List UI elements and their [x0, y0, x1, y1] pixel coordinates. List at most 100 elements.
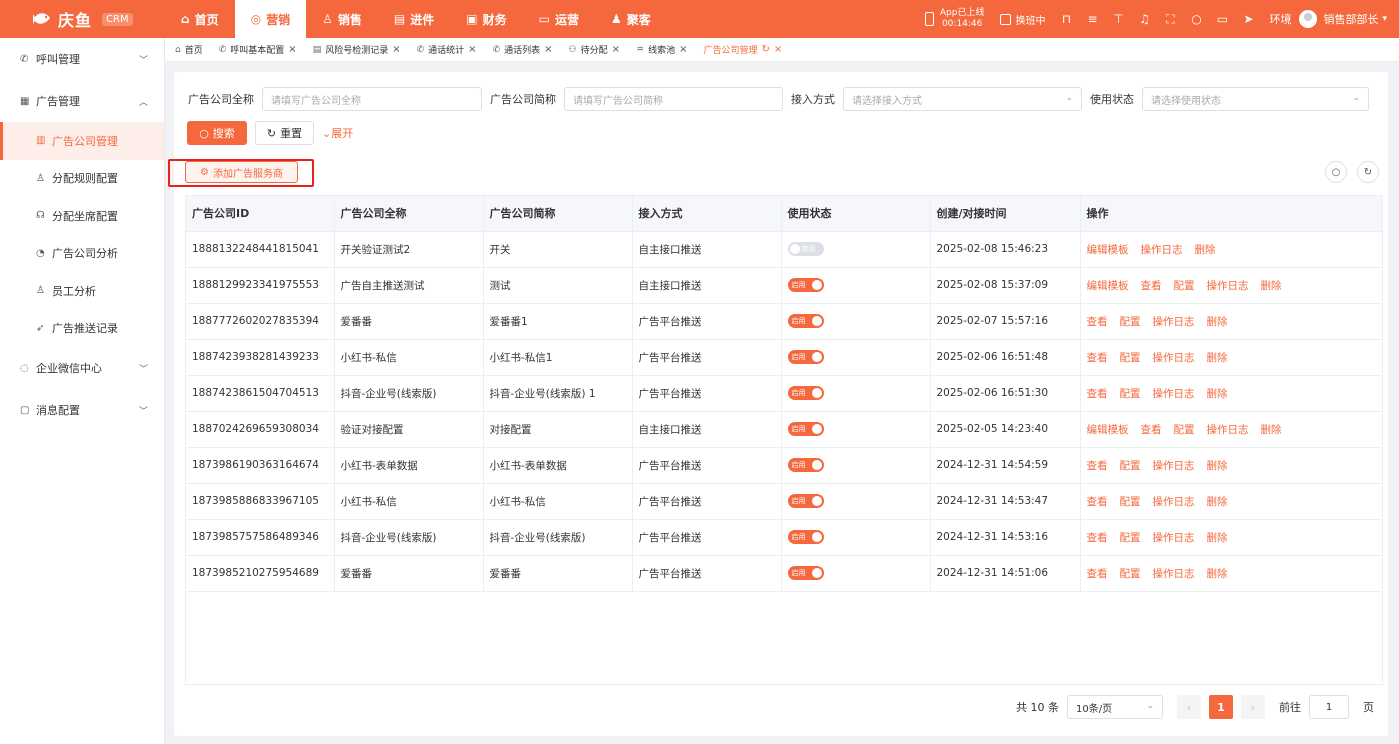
row-action-link[interactable]: 删除 [1207, 568, 1228, 580]
row-action-link[interactable]: 查看 [1087, 532, 1108, 544]
chevron-down-icon[interactable]: ▾ [1382, 14, 1387, 24]
row-action-link[interactable]: 配置 [1120, 568, 1141, 580]
lock-icon[interactable]: ⊓ [1059, 12, 1073, 27]
status-toggle[interactable]: 启用 [787, 386, 824, 400]
close-icon[interactable]: × [392, 44, 400, 55]
sidebar-item-2-3[interactable]: ☊ 分配坐席配置 [0, 197, 164, 235]
briefcase-icon[interactable]: ▭ [1215, 12, 1229, 27]
tab-2[interactable]: ✆ 呼叫基本配置 × [219, 43, 297, 56]
row-action-link[interactable]: 配置 [1174, 424, 1195, 436]
tab-6[interactable]: ⚇ 待分配 × [569, 43, 620, 56]
nav-item-3[interactable]: ♙ 销售 [306, 0, 378, 38]
search-button[interactable]: ○ 搜索 [187, 121, 247, 145]
table-refresh-button[interactable]: ↻ [1357, 161, 1379, 183]
row-action-link[interactable]: 操作日志 [1153, 496, 1195, 508]
status-toggle[interactable]: 启用 [787, 566, 824, 580]
status-toggle[interactable]: 启用 [787, 494, 824, 508]
row-action-link[interactable]: 操作日志 [1153, 460, 1195, 472]
shirt-icon[interactable]: ⊤ [1111, 12, 1125, 27]
row-action-link[interactable]: 删除 [1207, 496, 1228, 508]
row-action-link[interactable]: 配置 [1120, 532, 1141, 544]
send-icon[interactable]: ➤ [1241, 12, 1255, 27]
status-toggle[interactable]: 启用 [787, 530, 824, 544]
sidebar-item-2-1[interactable]: ▥ 广告公司管理 [0, 122, 164, 160]
row-action-link[interactable]: 查看 [1141, 280, 1162, 292]
reset-button[interactable]: ↻ 重置 [255, 121, 314, 145]
add-ad-provider-button[interactable]: ⚙ 添加广告服务商 [185, 161, 298, 183]
row-action-link[interactable]: 配置 [1120, 352, 1141, 364]
row-action-link[interactable]: 删除 [1207, 460, 1228, 472]
row-action-link[interactable]: 删除 [1207, 388, 1228, 400]
row-action-link[interactable]: 编辑模板 [1087, 244, 1129, 256]
row-action-link[interactable]: 配置 [1174, 280, 1195, 292]
refresh-icon[interactable]: ↻ [762, 44, 770, 55]
short-name-input[interactable]: 请填写广告公司简称 [564, 87, 783, 111]
row-action-link[interactable]: 查看 [1087, 496, 1108, 508]
close-icon[interactable]: × [544, 44, 552, 55]
row-action-link[interactable]: 操作日志 [1207, 280, 1249, 292]
status-toggle[interactable]: 禁用 [787, 242, 824, 256]
shift-status[interactable]: 换班中 [1000, 12, 1045, 27]
close-icon[interactable]: × [774, 44, 782, 55]
sidebar-group-2[interactable]: ▦ 广告管理 ︿ [0, 80, 164, 122]
bell-icon[interactable]: ♫ [1137, 12, 1151, 27]
avatar[interactable] [1299, 10, 1318, 28]
row-action-link[interactable]: 删除 [1207, 352, 1228, 364]
row-action-link[interactable]: 配置 [1120, 388, 1141, 400]
table-search-button[interactable]: ○ [1325, 161, 1347, 183]
tab-3[interactable]: ▤ 风险号检测记录 × [313, 43, 401, 56]
row-action-link[interactable]: 操作日志 [1153, 532, 1195, 544]
status-toggle[interactable]: 启用 [787, 350, 824, 364]
row-action-link[interactable]: 操作日志 [1141, 244, 1183, 256]
app-online-status[interactable]: App已上线 00:14:46 [924, 8, 984, 30]
fullscreen-icon[interactable]: ⛶ [1163, 12, 1177, 27]
row-action-link[interactable]: 操作日志 [1153, 316, 1195, 328]
status-toggle[interactable]: 启用 [787, 458, 824, 472]
status-select[interactable]: 请选择使用状态 ⌄ [1142, 87, 1369, 111]
page-number-button[interactable]: 1 [1209, 695, 1233, 719]
text-format-icon[interactable]: ≡ [1085, 12, 1099, 27]
prev-page-button[interactable]: ‹ [1177, 695, 1201, 719]
goto-page-input[interactable]: 1 [1309, 695, 1349, 719]
tab-4[interactable]: ✆ 通话统计 × [417, 43, 477, 56]
status-toggle[interactable]: 启用 [787, 314, 824, 328]
row-action-link[interactable]: 删除 [1261, 424, 1282, 436]
sidebar-item-2-2[interactable]: ♙ 分配规则配置 [0, 160, 164, 198]
sidebar-group-4[interactable]: ▢ 消息配置 ﹀ [0, 389, 164, 431]
next-page-button[interactable]: › [1241, 695, 1265, 719]
close-icon[interactable]: × [468, 44, 476, 55]
sidebar-group-3[interactable]: ◌ 企业微信中心 ﹀ [0, 347, 164, 389]
row-action-link[interactable]: 操作日志 [1153, 388, 1195, 400]
row-action-link[interactable]: 删除 [1261, 280, 1282, 292]
row-action-link[interactable]: 操作日志 [1153, 568, 1195, 580]
tab-7[interactable]: ♒ 线索池 × [636, 43, 687, 56]
close-icon[interactable]: × [288, 44, 296, 55]
row-action-link[interactable]: 配置 [1120, 496, 1141, 508]
row-action-link[interactable]: 删除 [1207, 532, 1228, 544]
search-icon[interactable]: ○ [1189, 12, 1203, 27]
status-toggle[interactable]: 启用 [787, 278, 824, 292]
tab-1[interactable]: ⌂ 首页 [175, 43, 203, 57]
row-action-link[interactable]: 配置 [1120, 460, 1141, 472]
tab-8[interactable]: 广告公司管理 ↻ × [703, 43, 782, 56]
close-icon[interactable]: × [612, 44, 620, 55]
row-action-link[interactable]: 配置 [1120, 316, 1141, 328]
row-action-link[interactable]: 查看 [1087, 388, 1108, 400]
row-action-link[interactable]: 操作日志 [1207, 424, 1249, 436]
row-action-link[interactable]: 查看 [1087, 460, 1108, 472]
nav-item-5[interactable]: ▣ 财务 [450, 0, 522, 38]
sidebar-item-2-4[interactable]: ◔ 广告公司分析 [0, 235, 164, 273]
full-name-input[interactable]: 请填写广告公司全称 [262, 87, 482, 111]
row-action-link[interactable]: 查看 [1141, 424, 1162, 436]
user-name[interactable]: 销售部部长 [1323, 11, 1378, 27]
env-label[interactable]: 环境 [1269, 11, 1291, 27]
row-action-link[interactable]: 删除 [1195, 244, 1216, 256]
access-select[interactable]: 请选择接入方式 ⌄ [843, 87, 1082, 111]
tab-5[interactable]: ✆ 通话列表 × [493, 43, 553, 56]
row-action-link[interactable]: 查看 [1087, 352, 1108, 364]
sidebar-item-2-6[interactable]: ➶ 广告推送记录 [0, 310, 164, 348]
row-action-link[interactable]: 删除 [1207, 316, 1228, 328]
sidebar-group-1[interactable]: ✆ 呼叫管理 ﹀ [0, 38, 164, 80]
nav-item-2[interactable]: ◎ 营销 [234, 0, 307, 38]
status-toggle[interactable]: 启用 [787, 422, 824, 436]
